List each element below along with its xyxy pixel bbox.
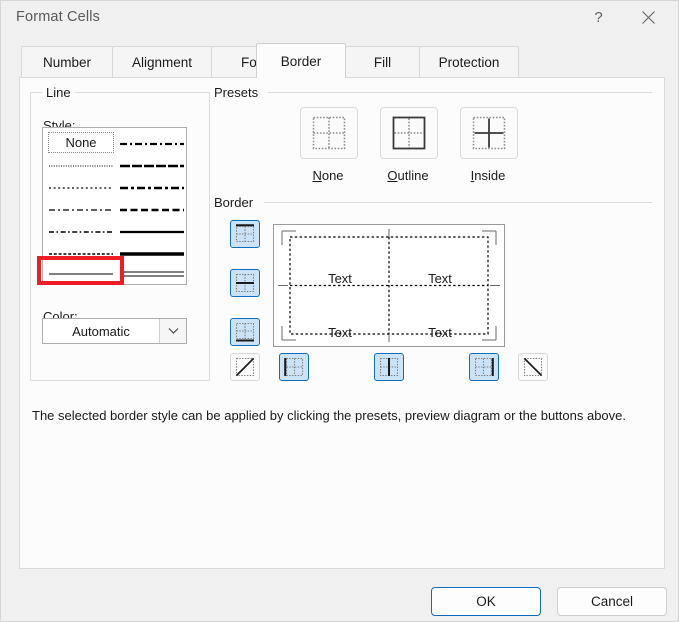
line-style-thick-dash-dot-heavy[interactable] [119, 176, 185, 198]
border-bottom-button[interactable] [230, 318, 260, 346]
preview-cell-text-4: Text [428, 325, 452, 340]
preview-cell-text-1: Text [328, 271, 352, 286]
border-horizontal-icon [235, 273, 255, 293]
line-color-value: Automatic [72, 323, 130, 339]
preset-inside-button[interactable] [460, 107, 518, 159]
tab-bar: Number Alignment Font Border Fill Protec… [1, 35, 678, 78]
border-top-icon [235, 224, 255, 243]
tab-fill[interactable]: Fill [345, 46, 420, 78]
line-style-double-line[interactable] [119, 264, 185, 284]
preview-cell-text-3: Text [328, 325, 352, 340]
preset-none-accel: N [312, 168, 322, 183]
close-icon[interactable] [626, 1, 671, 34]
chevron-down-icon[interactable] [159, 319, 186, 343]
preset-none-caption: None [312, 168, 344, 183]
preset-inside-icon [472, 116, 506, 150]
line-style-thick-dash-long[interactable] [119, 154, 185, 176]
presets-group-rule [268, 92, 652, 93]
border-preview-diagram[interactable]: Text Text Text Text [273, 224, 505, 347]
line-style-dash-dot-sparse[interactable] [48, 198, 114, 220]
border-diagonal-down-button[interactable] [518, 353, 548, 381]
line-style-none-option[interactable]: None [48, 132, 114, 153]
border-group-label: Border [210, 195, 258, 210]
border-left-button[interactable] [279, 353, 309, 381]
presets-group-label: Presets [210, 85, 263, 100]
tab-protection[interactable]: Protection [419, 46, 519, 78]
format-cells-dialog: Format Cells ? Number Alignment Font Bor… [0, 0, 679, 622]
border-diagonal-down-icon [523, 357, 543, 377]
border-diagonal-up-icon [235, 357, 255, 377]
tab-border[interactable]: Border [256, 43, 346, 78]
border-horizontal-button[interactable] [230, 269, 260, 297]
line-style-medium-solid[interactable] [119, 220, 185, 242]
help-glyph: ? [594, 9, 603, 26]
line-style-dotted[interactable] [48, 176, 114, 198]
border-right-icon [474, 357, 494, 377]
border-vertical-icon [379, 357, 399, 377]
line-style-fine-dotted[interactable] [48, 154, 114, 176]
dialog-title: Format Cells [16, 9, 100, 25]
border-diagonal-up-button[interactable] [230, 353, 260, 381]
line-style-dash-dot[interactable] [48, 220, 114, 242]
cancel-button[interactable]: Cancel [557, 587, 667, 616]
border-bottom-icon [235, 322, 255, 342]
border-vertical-button[interactable] [374, 353, 404, 381]
border-left-icon [284, 357, 304, 377]
tab-alignment[interactable]: Alignment [112, 46, 212, 78]
line-style-thick-dashed[interactable] [119, 198, 185, 220]
preset-outline-caption: Outline [387, 168, 429, 183]
help-icon[interactable]: ? [576, 1, 621, 34]
line-style-thick-dash-dot[interactable] [119, 132, 185, 154]
preset-outline-accel: O [387, 168, 398, 183]
preset-none-icon [312, 116, 346, 150]
border-right-button[interactable] [469, 353, 499, 381]
border-top-button[interactable] [230, 220, 260, 248]
hint-text: The selected border style can be applied… [32, 408, 627, 423]
line-color-combobox[interactable]: Automatic [42, 318, 187, 344]
title-bar: Format Cells ? [1, 1, 678, 35]
ok-button[interactable]: OK [431, 587, 541, 616]
preset-inside-caption: Inside [470, 168, 506, 183]
border-group-rule [264, 202, 652, 203]
preset-none-button[interactable] [300, 107, 358, 159]
preview-cell-text-2: Text [428, 271, 452, 286]
preset-outline-button[interactable] [380, 107, 438, 159]
line-group-label: Line [42, 85, 75, 100]
selected-style-highlight [37, 256, 124, 285]
line-style-thick-solid[interactable] [119, 242, 185, 264]
tab-number[interactable]: Number [21, 46, 113, 78]
preset-outline-icon [392, 116, 426, 150]
